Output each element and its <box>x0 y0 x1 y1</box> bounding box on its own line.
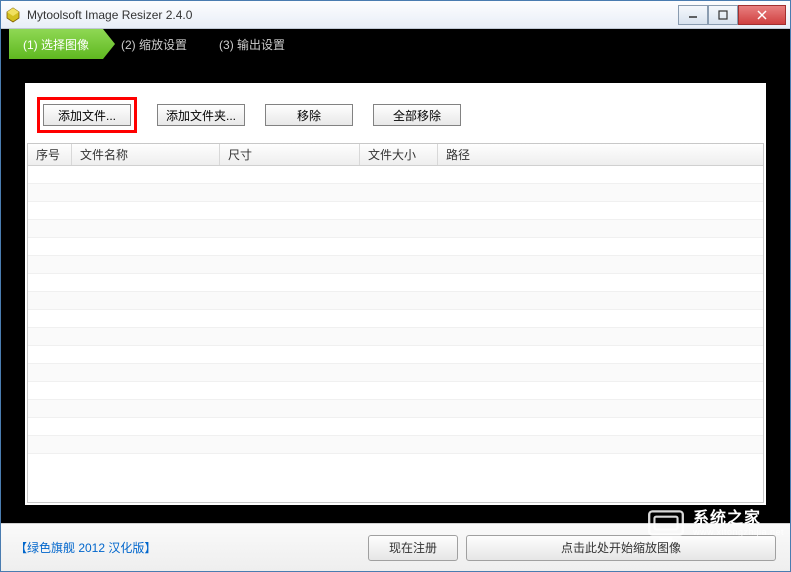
app-window: Mytoolsoft Image Resizer 2.4.0 (1) 选择图像 … <box>0 0 791 572</box>
table-row <box>28 292 763 310</box>
footer-credit[interactable]: 【绿色旗舰 2012 汉化版】 <box>15 539 156 556</box>
table-row <box>28 256 763 274</box>
col-header-size[interactable]: 尺寸 <box>220 144 360 165</box>
highlight-annotation: 添加文件... <box>37 97 137 133</box>
table-row <box>28 202 763 220</box>
table-row <box>28 418 763 436</box>
toolbar: 添加文件... 添加文件夹... 移除 全部移除 <box>25 83 766 143</box>
tab-resize-settings[interactable]: (2) 缩放设置 <box>107 29 205 59</box>
table-header: 序号 文件名称 尺寸 文件大小 路径 <box>28 144 763 166</box>
col-header-seq[interactable]: 序号 <box>28 144 72 165</box>
add-folder-button[interactable]: 添加文件夹... <box>157 104 245 126</box>
content-panel: 添加文件... 添加文件夹... 移除 全部移除 序号 文件名称 尺寸 文件大小… <box>25 83 766 505</box>
remove-button[interactable]: 移除 <box>265 104 353 126</box>
window-controls <box>678 5 786 25</box>
table-row <box>28 238 763 256</box>
file-table: 序号 文件名称 尺寸 文件大小 路径 <box>27 143 764 503</box>
footer: 【绿色旗舰 2012 汉化版】 现在注册 点击此处开始缩放图像 <box>1 523 790 571</box>
col-header-filesize[interactable]: 文件大小 <box>360 144 438 165</box>
maximize-button[interactable] <box>708 5 738 25</box>
app-icon <box>5 7 21 23</box>
table-row <box>28 436 763 454</box>
table-row <box>28 382 763 400</box>
titlebar: Mytoolsoft Image Resizer 2.4.0 <box>1 1 790 29</box>
remove-all-button[interactable]: 全部移除 <box>373 104 461 126</box>
table-row <box>28 166 763 184</box>
table-body[interactable] <box>28 166 763 502</box>
main-area: 添加文件... 添加文件夹... 移除 全部移除 序号 文件名称 尺寸 文件大小… <box>1 59 790 523</box>
tab-select-image[interactable]: (1) 选择图像 <box>9 29 115 59</box>
table-row <box>28 274 763 292</box>
start-resize-button[interactable]: 点击此处开始缩放图像 <box>466 535 776 561</box>
table-row <box>28 328 763 346</box>
minimize-button[interactable] <box>678 5 708 25</box>
tab-output-settings[interactable]: (3) 输出设置 <box>205 29 303 59</box>
close-button[interactable] <box>738 5 786 25</box>
table-row <box>28 184 763 202</box>
add-file-button[interactable]: 添加文件... <box>43 104 131 126</box>
table-row <box>28 310 763 328</box>
col-header-path[interactable]: 路径 <box>438 144 763 165</box>
table-row <box>28 220 763 238</box>
table-row <box>28 364 763 382</box>
register-button[interactable]: 现在注册 <box>368 535 458 561</box>
window-title: Mytoolsoft Image Resizer 2.4.0 <box>27 8 678 22</box>
table-row <box>28 346 763 364</box>
col-header-name[interactable]: 文件名称 <box>72 144 220 165</box>
table-row <box>28 400 763 418</box>
step-tabs: (1) 选择图像 (2) 缩放设置 (3) 输出设置 <box>1 29 790 59</box>
